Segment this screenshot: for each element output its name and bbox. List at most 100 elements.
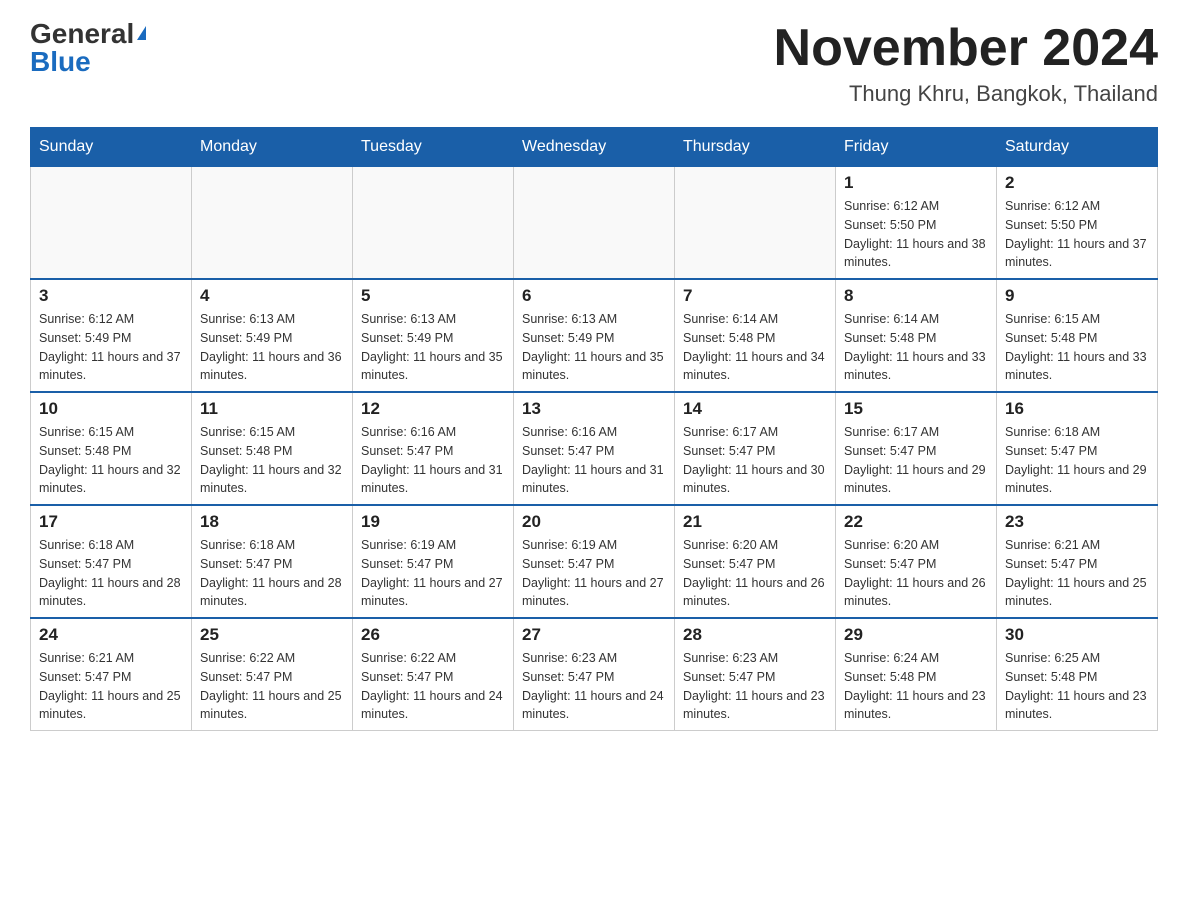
day-info: Sunrise: 6:16 AM Sunset: 5:47 PM Dayligh…: [361, 423, 505, 498]
weekday-header-thursday: Thursday: [675, 128, 836, 167]
calendar-cell: [514, 167, 675, 280]
page-header: General Blue November 2024 Thung Khru, B…: [30, 20, 1158, 107]
day-info: Sunrise: 6:13 AM Sunset: 5:49 PM Dayligh…: [522, 310, 666, 385]
day-info: Sunrise: 6:12 AM Sunset: 5:50 PM Dayligh…: [844, 197, 988, 272]
calendar-cell: 11 Sunrise: 6:15 AM Sunset: 5:48 PM Dayli…: [192, 392, 353, 505]
day-info: Sunrise: 6:17 AM Sunset: 5:47 PM Dayligh…: [683, 423, 827, 498]
weekday-header-saturday: Saturday: [997, 128, 1158, 167]
calendar-cell: 17Sunrise: 6:18 AM Sunset: 5:47 PM Dayli…: [31, 505, 192, 618]
weekday-header-friday: Friday: [836, 128, 997, 167]
calendar-cell: 12Sunrise: 6:16 AM Sunset: 5:47 PM Dayli…: [353, 392, 514, 505]
calendar-cell: 15 Sunrise: 6:17 AM Sunset: 5:47 PM Dayli…: [836, 392, 997, 505]
day-number: 20: [522, 512, 666, 532]
day-info: Sunrise: 6:19 AM Sunset: 5:47 PM Dayligh…: [361, 536, 505, 611]
calendar-cell: 16 Sunrise: 6:18 AM Sunset: 5:47 PM Dayli…: [997, 392, 1158, 505]
day-number: 27: [522, 625, 666, 645]
day-number: 1: [844, 173, 988, 193]
week-row-4: 17 Sunrise: 6:18 AM Sunset: 5:47 PM Dayli…: [31, 505, 1158, 618]
location-title: Thung Khru, Bangkok, Thailand: [774, 81, 1158, 107]
weekday-header-row: SundayMondayTuesdayWednesdayThursdayFrid…: [31, 128, 1158, 167]
day-info: Sunrise: 6:13 AM Sunset: 5:49 PM Dayligh…: [361, 310, 505, 385]
calendar-cell: 27 Sunrise: 6:23 AM Sunset: 5:47 PM Dayli…: [514, 618, 675, 731]
calendar-cell: 14 Sunrise: 6:17 AM Sunset: 5:47 PM Dayli…: [675, 392, 836, 505]
day-number: 17: [39, 512, 183, 532]
day-info: Sunrise: 6:21 AM Sunset: 5:47 PM Dayligh…: [1005, 536, 1149, 611]
calendar-table: SundayMondayTuesdayWednesdayThursdayFrid…: [30, 127, 1158, 731]
calendar-cell: 21 Sunrise: 6:20 AM Sunset: 5:47 PM Dayli…: [675, 505, 836, 618]
calendar-cell: 23 Sunrise: 6:21 AM Sunset: 5:47 PM Dayli…: [997, 505, 1158, 618]
weekday-header-tuesday: Tuesday: [353, 128, 514, 167]
day-number: 19: [361, 512, 505, 532]
calendar-cell: 24Sunrise: 6:21 AM Sunset: 5:47 PM Dayli…: [31, 618, 192, 731]
day-number: 23: [1005, 512, 1149, 532]
day-info: Sunrise: 6:23 AM Sunset: 5:47 PM Dayligh…: [522, 649, 666, 724]
logo-blue-text: Blue: [30, 46, 91, 77]
logo: General Blue: [30, 20, 146, 76]
day-info: Sunrise: 6:20 AM Sunset: 5:47 PM Dayligh…: [844, 536, 988, 611]
logo-general-text: General: [30, 20, 134, 48]
day-info: Sunrise: 6:22 AM Sunset: 5:47 PM Dayligh…: [200, 649, 344, 724]
day-number: 4: [200, 286, 344, 306]
day-info: Sunrise: 6:19 AM Sunset: 5:47 PM Dayligh…: [522, 536, 666, 611]
week-row-1: 1 Sunrise: 6:12 AM Sunset: 5:50 PM Daylig…: [31, 167, 1158, 280]
day-number: 22: [844, 512, 988, 532]
day-info: Sunrise: 6:12 AM Sunset: 5:49 PM Dayligh…: [39, 310, 183, 385]
day-number: 18: [200, 512, 344, 532]
day-info: Sunrise: 6:16 AM Sunset: 5:47 PM Dayligh…: [522, 423, 666, 498]
calendar-cell: 20 Sunrise: 6:19 AM Sunset: 5:47 PM Dayli…: [514, 505, 675, 618]
calendar-cell: [675, 167, 836, 280]
weekday-header-wednesday: Wednesday: [514, 128, 675, 167]
logo-triangle-icon: [137, 26, 146, 40]
calendar-cell: 29Sunrise: 6:24 AM Sunset: 5:48 PM Dayli…: [836, 618, 997, 731]
day-number: 21: [683, 512, 827, 532]
calendar-cell: 19 Sunrise: 6:19 AM Sunset: 5:47 PM Dayli…: [353, 505, 514, 618]
calendar-cell: 30 Sunrise: 6:25 AM Sunset: 5:48 PM Dayli…: [997, 618, 1158, 731]
day-info: Sunrise: 6:13 AM Sunset: 5:49 PM Dayligh…: [200, 310, 344, 385]
calendar-cell: 22 Sunrise: 6:20 AM Sunset: 5:47 PM Dayli…: [836, 505, 997, 618]
day-info: Sunrise: 6:18 AM Sunset: 5:47 PM Dayligh…: [200, 536, 344, 611]
month-title: November 2024: [774, 20, 1158, 77]
weekday-header-sunday: Sunday: [31, 128, 192, 167]
day-number: 5: [361, 286, 505, 306]
day-number: 11: [200, 399, 344, 419]
day-number: 29: [844, 625, 988, 645]
calendar-cell: 3 Sunrise: 6:12 AM Sunset: 5:49 PM Daylig…: [31, 279, 192, 392]
day-info: Sunrise: 6:25 AM Sunset: 5:48 PM Dayligh…: [1005, 649, 1149, 724]
day-info: Sunrise: 6:14 AM Sunset: 5:48 PM Dayligh…: [844, 310, 988, 385]
day-number: 16: [1005, 399, 1149, 419]
day-number: 10: [39, 399, 183, 419]
calendar-cell: 9Sunrise: 6:15 AM Sunset: 5:48 PM Daylig…: [997, 279, 1158, 392]
week-row-2: 3 Sunrise: 6:12 AM Sunset: 5:49 PM Daylig…: [31, 279, 1158, 392]
day-number: 25: [200, 625, 344, 645]
calendar-cell: 8 Sunrise: 6:14 AM Sunset: 5:48 PM Daylig…: [836, 279, 997, 392]
calendar-cell: 5 Sunrise: 6:13 AM Sunset: 5:49 PM Daylig…: [353, 279, 514, 392]
day-number: 15: [844, 399, 988, 419]
day-info: Sunrise: 6:15 AM Sunset: 5:48 PM Dayligh…: [200, 423, 344, 498]
calendar-cell: 25 Sunrise: 6:22 AM Sunset: 5:47 PM Dayli…: [192, 618, 353, 731]
calendar-cell: [353, 167, 514, 280]
day-number: 7: [683, 286, 827, 306]
day-info: Sunrise: 6:15 AM Sunset: 5:48 PM Dayligh…: [1005, 310, 1149, 385]
title-section: November 2024 Thung Khru, Bangkok, Thail…: [774, 20, 1158, 107]
calendar-cell: 7 Sunrise: 6:14 AM Sunset: 5:48 PM Daylig…: [675, 279, 836, 392]
day-number: 14: [683, 399, 827, 419]
day-number: 6: [522, 286, 666, 306]
day-info: Sunrise: 6:18 AM Sunset: 5:47 PM Dayligh…: [1005, 423, 1149, 498]
day-info: Sunrise: 6:14 AM Sunset: 5:48 PM Dayligh…: [683, 310, 827, 385]
day-number: 30: [1005, 625, 1149, 645]
day-info: Sunrise: 6:21 AM Sunset: 5:47 PM Dayligh…: [39, 649, 183, 724]
day-info: Sunrise: 6:17 AM Sunset: 5:47 PM Dayligh…: [844, 423, 988, 498]
calendar-cell: 10Sunrise: 6:15 AM Sunset: 5:48 PM Dayli…: [31, 392, 192, 505]
day-info: Sunrise: 6:12 AM Sunset: 5:50 PM Dayligh…: [1005, 197, 1149, 272]
day-number: 8: [844, 286, 988, 306]
day-number: 26: [361, 625, 505, 645]
calendar-cell: 26 Sunrise: 6:22 AM Sunset: 5:47 PM Dayli…: [353, 618, 514, 731]
day-info: Sunrise: 6:23 AM Sunset: 5:47 PM Dayligh…: [683, 649, 827, 724]
calendar-cell: 6 Sunrise: 6:13 AM Sunset: 5:49 PM Daylig…: [514, 279, 675, 392]
day-info: Sunrise: 6:20 AM Sunset: 5:47 PM Dayligh…: [683, 536, 827, 611]
day-info: Sunrise: 6:22 AM Sunset: 5:47 PM Dayligh…: [361, 649, 505, 724]
week-row-3: 10 Sunrise: 6:15 AM Sunset: 5:48 PM Dayli…: [31, 392, 1158, 505]
weekday-header-monday: Monday: [192, 128, 353, 167]
day-number: 3: [39, 286, 183, 306]
day-number: 28: [683, 625, 827, 645]
